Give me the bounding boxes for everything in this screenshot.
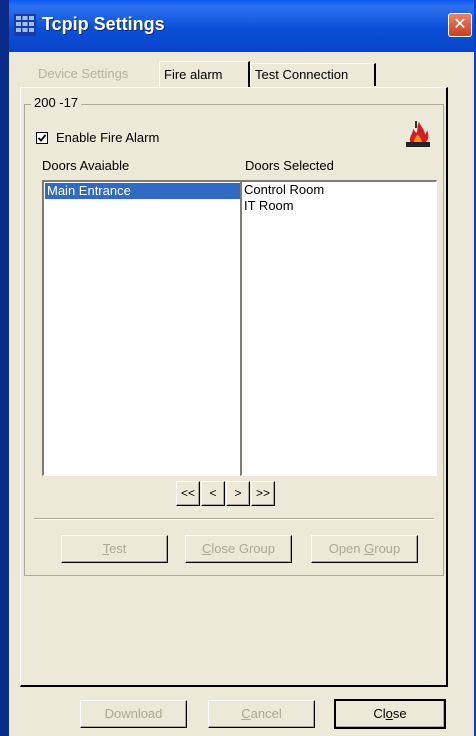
test-button[interactable]: Test xyxy=(61,535,168,563)
doors-available-label: Doors Avaiable xyxy=(42,158,130,173)
list-item[interactable]: Control Room xyxy=(242,182,436,198)
mnemonic: G xyxy=(364,541,375,556)
label-part: est xyxy=(109,541,127,556)
label-part: roup xyxy=(374,541,401,556)
window-title: Tcpip Settings xyxy=(42,14,165,34)
list-item[interactable]: IT Room xyxy=(242,198,436,214)
label-part: se xyxy=(392,706,407,721)
mnemonic: C xyxy=(202,541,212,556)
label-part: Cl xyxy=(373,706,386,721)
close-window-button[interactable]: ✕ xyxy=(448,13,472,37)
doors-available-list[interactable]: Main Entrance xyxy=(42,180,246,476)
move-all-left-button[interactable]: << xyxy=(176,481,200,506)
mnemonic: o xyxy=(385,706,393,721)
move-right-button[interactable]: > xyxy=(226,481,250,506)
label-part: ancel xyxy=(250,706,282,721)
separator xyxy=(34,518,434,520)
open-group-button[interactable]: Open Group xyxy=(311,535,418,563)
cancel-button[interactable]: Cancel xyxy=(208,700,315,728)
tab-fire-alarm[interactable]: Fire alarm xyxy=(159,61,250,87)
label-part: lose Group xyxy=(211,541,275,556)
checkbox-box[interactable] xyxy=(36,131,48,144)
mnemonic: C xyxy=(241,706,251,721)
groupbox-label: 200 -17 xyxy=(31,95,82,110)
title-bar[interactable]: Tcpip Settings ✕ xyxy=(9,0,474,52)
close-icon: ✕ xyxy=(453,16,467,33)
list-item[interactable]: Main Entrance xyxy=(45,183,244,199)
enable-fire-alarm-label: Enable Fire Alarm xyxy=(56,130,160,145)
doors-selected-label: Doors Selected xyxy=(245,158,334,173)
grid-app-icon xyxy=(14,14,36,36)
fire-alarm-icon xyxy=(406,121,430,147)
background-strip xyxy=(0,0,9,736)
close-button[interactable]: Close xyxy=(334,699,446,729)
tab-device-settings[interactable]: Device Settings xyxy=(34,63,158,86)
enable-fire-alarm-checkbox[interactable]: Enable Fire Alarm xyxy=(36,130,159,145)
checkmark-icon xyxy=(37,133,47,142)
close-group-button[interactable]: Close Group xyxy=(185,535,292,563)
download-button[interactable]: Download xyxy=(80,700,187,728)
move-all-right-button[interactable]: >> xyxy=(251,481,275,506)
label-part: Open xyxy=(328,541,365,556)
tab-test-connection[interactable]: Test Connection xyxy=(250,63,376,86)
move-left-button[interactable]: < xyxy=(201,481,225,506)
doors-selected-list[interactable]: Control Room IT Room xyxy=(240,180,437,476)
